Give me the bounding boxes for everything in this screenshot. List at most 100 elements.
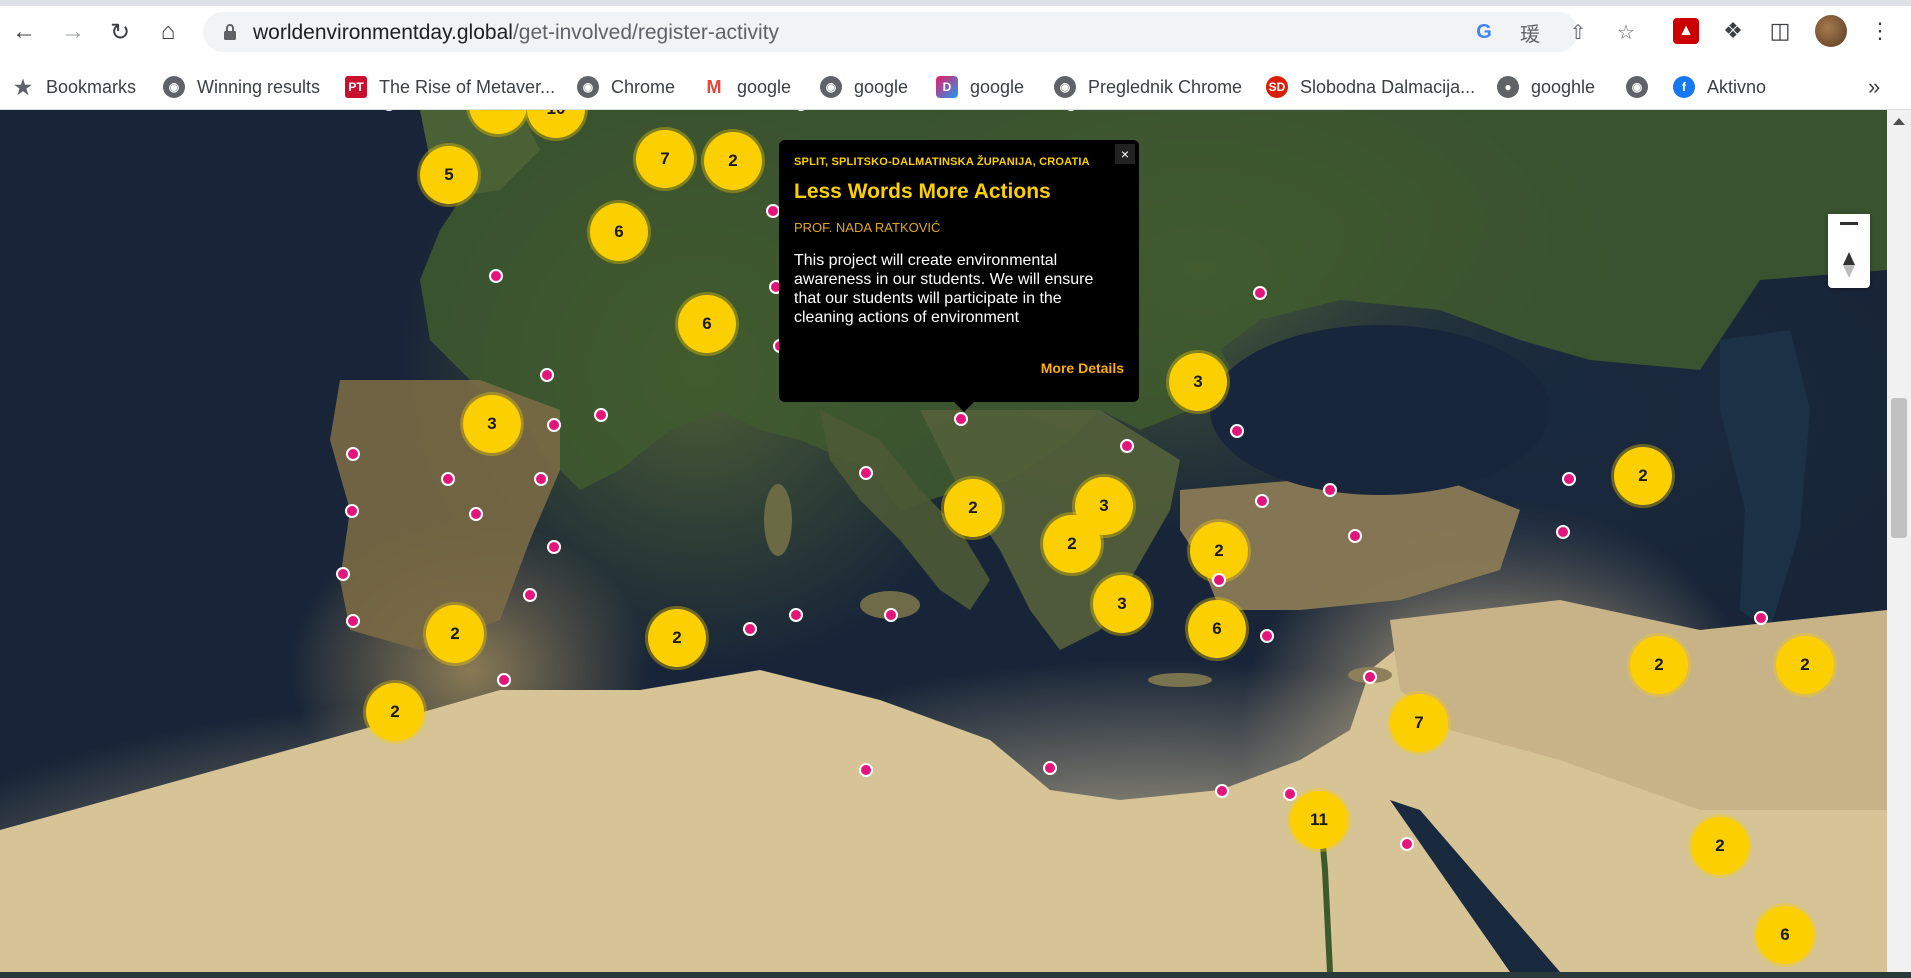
url-text: worldenvironmentday.global/get-involved/… (253, 21, 779, 45)
caspian-sea (1720, 330, 1810, 630)
activity-marker[interactable] (1562, 472, 1576, 486)
bookmark-item[interactable]: Dgoogle (936, 65, 1024, 109)
activity-marker[interactable] (1215, 784, 1229, 798)
bookmark-item[interactable]: ◉ Chrome (577, 65, 675, 109)
bookmark-item[interactable]: f Aktivno (1673, 65, 1766, 109)
activity-marker[interactable] (547, 540, 561, 554)
popup-close-button[interactable]: × (1115, 144, 1135, 164)
selected-activity-marker[interactable] (954, 412, 968, 426)
share-icon[interactable]: ⇧ (1565, 19, 1591, 45)
scroll-up-arrow-icon[interactable] (1893, 118, 1905, 125)
google-icon[interactable]: G (1471, 19, 1497, 45)
activity-marker[interactable] (547, 418, 561, 432)
activity-marker[interactable] (523, 588, 537, 602)
bookmark-item[interactable]: ◉ Winning results (163, 65, 320, 109)
activity-marker[interactable] (346, 447, 360, 461)
cluster-marker[interactable]: 11 (1290, 791, 1348, 849)
bookmark-item[interactable]: ◉ google (820, 65, 908, 109)
cluster-marker[interactable]: 2 (426, 605, 484, 663)
activity-marker[interactable] (743, 622, 757, 636)
cluster-marker[interactable]: 2 (366, 683, 424, 741)
cluster-marker[interactable]: 2 (1190, 522, 1248, 580)
activity-marker[interactable] (789, 608, 803, 622)
activity-marker[interactable] (489, 269, 503, 283)
cluster-marker[interactable]: 2 (1630, 636, 1688, 694)
activity-marker[interactable] (1283, 787, 1297, 801)
cluster-marker[interactable]: 6 (1188, 600, 1246, 658)
cluster-marker[interactable]: 2 (704, 132, 762, 190)
cluster-marker[interactable]: 2 (1043, 515, 1101, 573)
activity-marker[interactable] (345, 504, 359, 518)
activity-marker[interactable] (1400, 837, 1414, 851)
activity-marker[interactable] (1260, 629, 1274, 643)
activity-marker[interactable] (1363, 670, 1377, 684)
cluster-marker[interactable]: 6 (1756, 906, 1814, 964)
sd-logo-icon: SD (1266, 76, 1288, 98)
activity-marker[interactable] (859, 466, 873, 480)
cluster-marker[interactable]: 3 (1169, 353, 1227, 411)
activity-marker[interactable] (540, 368, 554, 382)
activity-marker[interactable] (766, 204, 780, 218)
scrollbar-thumb[interactable] (1891, 398, 1907, 538)
bookmarks-overflow-button[interactable]: » (1868, 65, 1880, 109)
profile-avatar[interactable] (1815, 15, 1847, 47)
facebook-icon: f (1673, 76, 1695, 98)
activity-marker[interactable] (346, 614, 360, 628)
activity-marker[interactable] (469, 507, 483, 521)
activity-marker[interactable] (1556, 525, 1570, 539)
bookmark-item[interactable]: PT The Rise of Metaver... (345, 65, 555, 109)
cluster-marker[interactable]: 2 (944, 479, 1002, 537)
activity-marker[interactable] (1120, 439, 1134, 453)
cluster-marker[interactable]: 6 (678, 295, 736, 353)
cluster-marker[interactable]: 6 (590, 203, 648, 261)
zoom-out-button[interactable] (1840, 222, 1858, 225)
cluster-marker[interactable]: 7 (1390, 694, 1448, 752)
cluster-marker[interactable]: 5 (420, 146, 478, 204)
cluster-marker[interactable]: 3 (463, 395, 521, 453)
page-scrollbar[interactable] (1887, 110, 1911, 972)
cluster-marker[interactable]: 2 (1776, 636, 1834, 694)
cluster-marker[interactable]: 2 (648, 609, 706, 667)
back-icon[interactable]: ← (6, 14, 42, 50)
address-bar[interactable]: worldenvironmentday.global/get-involved/… (203, 12, 1635, 52)
activity-marker[interactable] (884, 608, 898, 622)
translate-icon[interactable]: 瑗 (1517, 19, 1543, 46)
acrobat-extension-icon[interactable]: ▲ (1673, 18, 1699, 44)
popup-arrow (954, 402, 974, 412)
more-details-link[interactable]: More Details (1041, 360, 1124, 376)
browser-toolbar: ← → ↻ ⌂ worldenvironmentday.global/get-i… (0, 0, 1911, 65)
activity-marker[interactable] (1255, 494, 1269, 508)
bookmark-item[interactable]: ★ Bookmarks (12, 65, 136, 109)
bookmark-item[interactable]: ◉ Preglednik Chrome (1054, 65, 1242, 109)
cluster-marker[interactable]: 3 (1093, 575, 1151, 633)
cluster-marker[interactable]: 7 (636, 130, 694, 188)
activity-marker[interactable] (497, 673, 511, 687)
activity-marker[interactable] (441, 472, 455, 486)
reload-icon[interactable]: ↻ (102, 14, 138, 50)
forward-icon[interactable]: → (55, 14, 91, 50)
compass-icon[interactable] (1839, 250, 1859, 280)
activity-marker[interactable] (336, 567, 350, 581)
bookmark-item[interactable]: ● googhle (1497, 65, 1595, 109)
activity-marker[interactable] (1754, 611, 1768, 625)
bookmark-star-icon[interactable]: ☆ (1613, 19, 1639, 45)
bookmark-item[interactable]: Mgoogle (703, 65, 792, 109)
bookmark-item[interactable]: ◉ (1626, 65, 1660, 109)
extensions-puzzle-icon[interactable]: ❖ (1718, 16, 1748, 46)
activity-marker[interactable] (534, 472, 548, 486)
circle-icon: ● (1497, 76, 1519, 98)
activity-marker[interactable] (859, 763, 873, 777)
cluster-marker[interactable]: 2 (1614, 447, 1672, 505)
activity-marker[interactable] (1212, 573, 1226, 587)
activity-marker[interactable] (1043, 761, 1057, 775)
cluster-marker[interactable]: 2 (1691, 817, 1749, 875)
activity-marker[interactable] (1323, 483, 1337, 497)
home-icon[interactable]: ⌂ (150, 14, 186, 50)
activity-marker[interactable] (1348, 529, 1362, 543)
activity-marker[interactable] (594, 408, 608, 422)
activity-marker[interactable] (1253, 286, 1267, 300)
side-panel-icon[interactable]: ◫ (1765, 16, 1795, 46)
menu-kebab-icon[interactable]: ⋮ (1865, 16, 1895, 46)
bookmark-item[interactable]: SD Slobodna Dalmacija... (1266, 65, 1475, 109)
activity-marker[interactable] (1230, 424, 1244, 438)
